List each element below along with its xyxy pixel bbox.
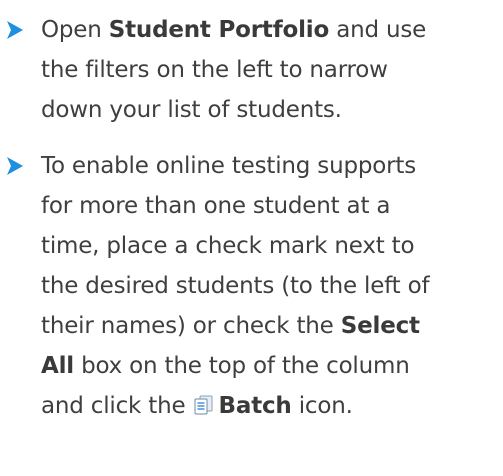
instruction-item-batch-supports: To enable online testing supports for mo…	[5, 146, 495, 426]
text-run: and use	[329, 17, 427, 43]
instruction-line: and click the Batch icon.	[41, 386, 495, 426]
instruction-line: the desired students (to the left of	[41, 273, 430, 299]
chevron-right-icon	[5, 146, 41, 186]
instruction-line: their names) or check the Select	[41, 306, 495, 346]
instruction-line: Open Student Portfolio and use	[41, 10, 495, 50]
text-run: icon.	[291, 393, 353, 419]
instruction-text: Open Student Portfolio and use the filte…	[41, 10, 495, 130]
instruction-line: down your list of students.	[41, 97, 342, 123]
text-run: their names) or check the	[41, 313, 341, 339]
instructions-page: Open Student Portfolio and use the filte…	[0, 0, 503, 476]
instruction-line: for more than one student at a	[41, 193, 391, 219]
text-run: and click the	[41, 393, 193, 419]
instruction-line: the filters on the left to narrow	[41, 57, 388, 83]
chevron-right-icon	[5, 10, 41, 50]
text-run: Open	[41, 17, 109, 43]
batch-label: Batch	[218, 393, 292, 419]
select-all-label: All	[41, 353, 74, 379]
instruction-item-open-portfolio: Open Student Portfolio and use the filte…	[5, 10, 495, 130]
batch-icon	[193, 389, 215, 415]
text-run: box on the top of the column	[73, 353, 410, 379]
instruction-line: To enable online testing supports	[41, 153, 417, 179]
instruction-text: To enable online testing supports for mo…	[41, 146, 495, 426]
select-all-label: Select	[340, 313, 420, 339]
student-portfolio-label: Student Portfolio	[108, 17, 330, 43]
instruction-line: All box on the top of the column	[41, 346, 495, 386]
instruction-line: time, place a check mark next to	[41, 233, 415, 259]
